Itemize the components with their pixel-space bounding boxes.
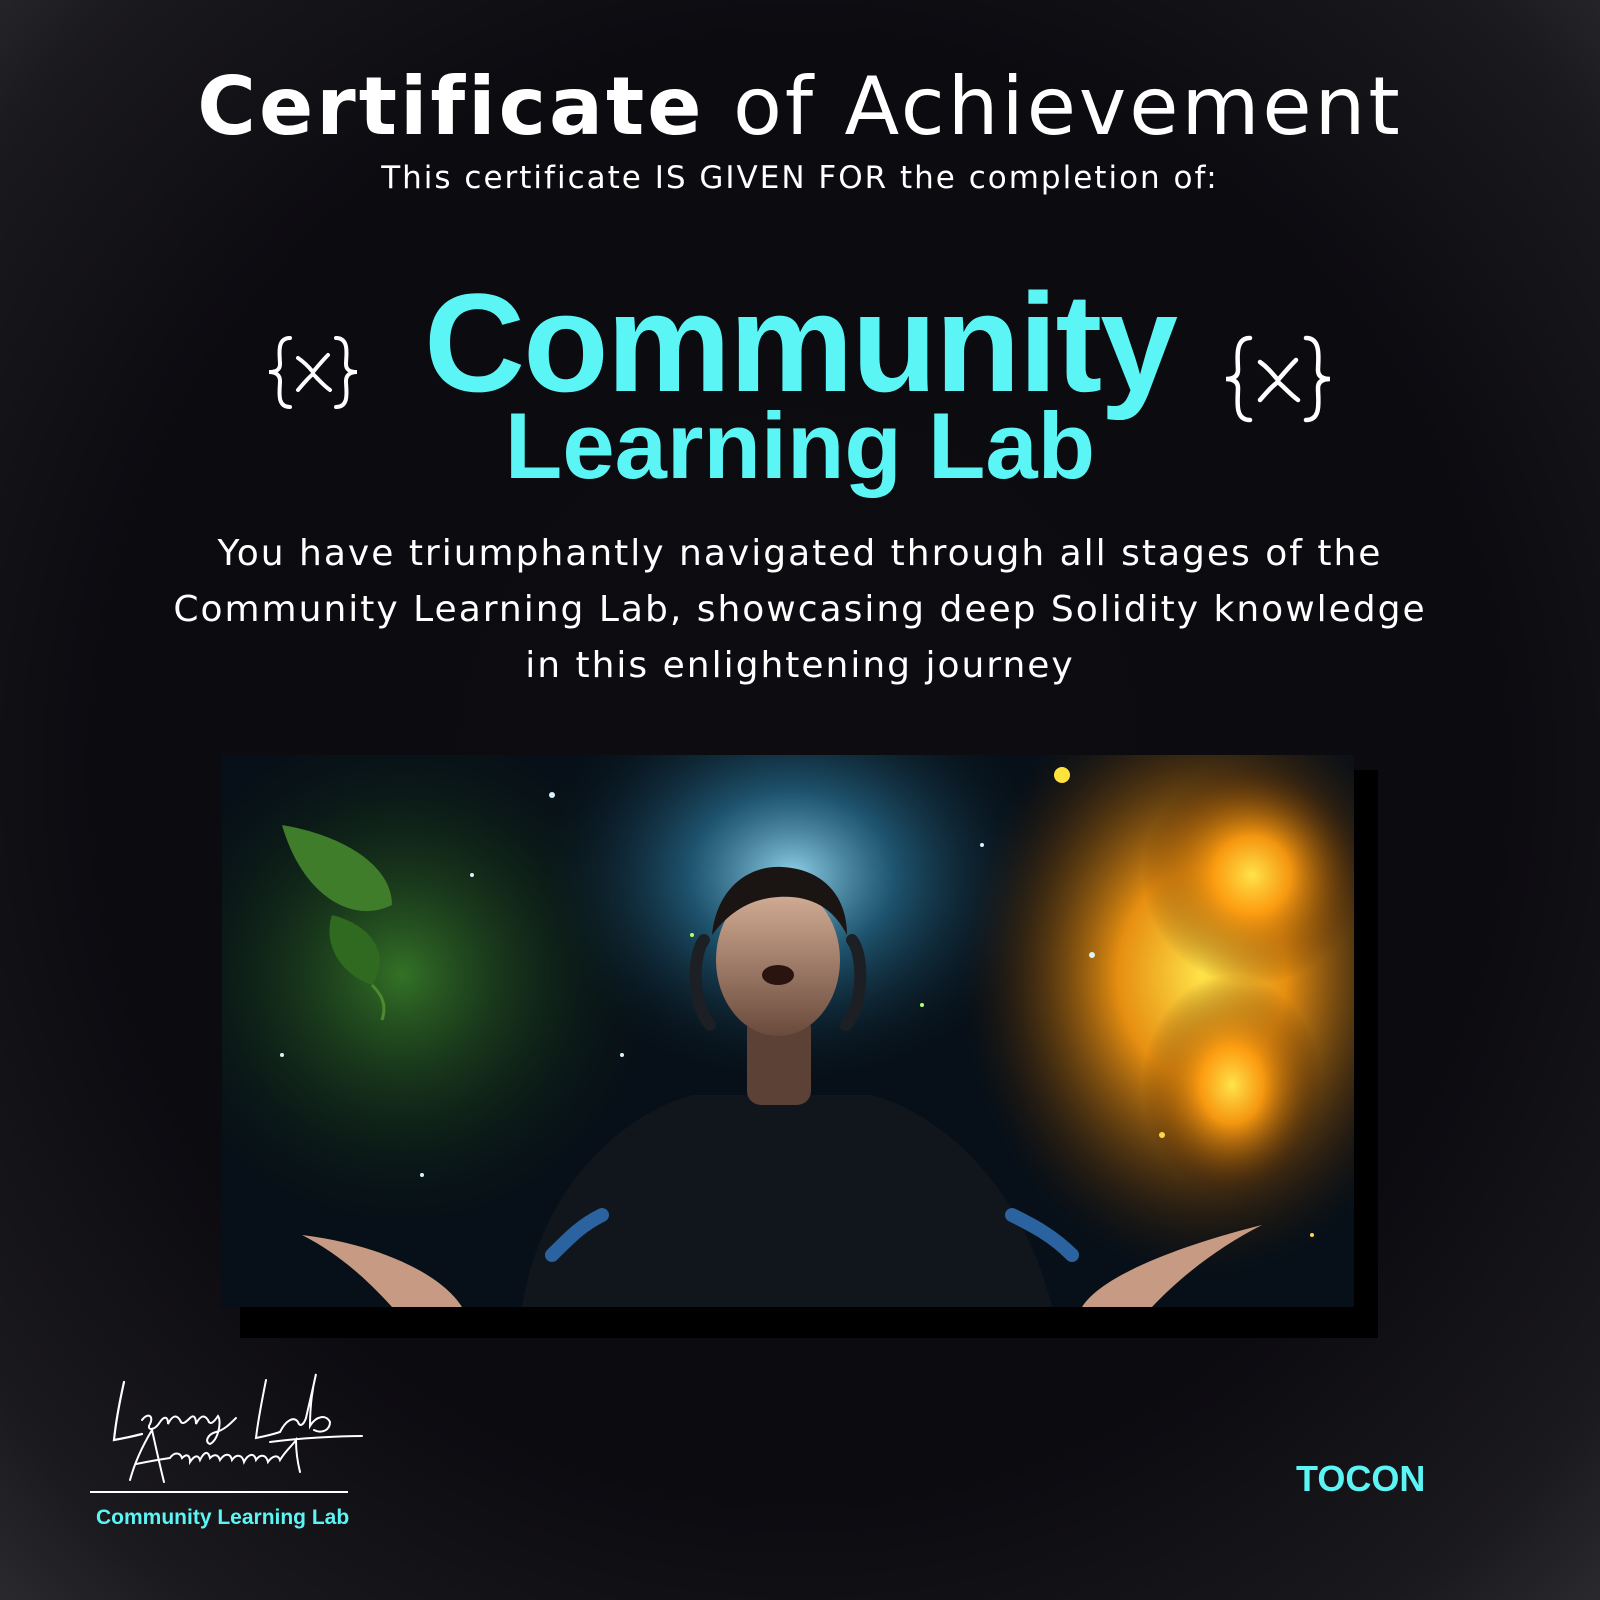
hero-image xyxy=(222,755,1354,1307)
certificate-title: Certificate of Achievement xyxy=(0,62,1600,152)
program-name-line-2: Learning Lab xyxy=(504,393,1096,498)
signature-caption: Community Learning Lab xyxy=(96,1506,350,1529)
certificate-title-rest: of Achievement xyxy=(732,60,1403,153)
certificate-page: Certificate of Achievement This certific… xyxy=(0,0,1600,1600)
x-brace-icon-right xyxy=(1225,335,1331,423)
signature xyxy=(90,1373,363,1493)
certificate-title-strong: Certificate xyxy=(197,60,705,153)
certificate-subtitle: This certificate IS GIVEN FOR the comple… xyxy=(381,160,1219,196)
issuer-name: TOCON xyxy=(1296,1458,1426,1499)
certificate-description: You have triumphantly navigated through … xyxy=(173,533,1427,686)
